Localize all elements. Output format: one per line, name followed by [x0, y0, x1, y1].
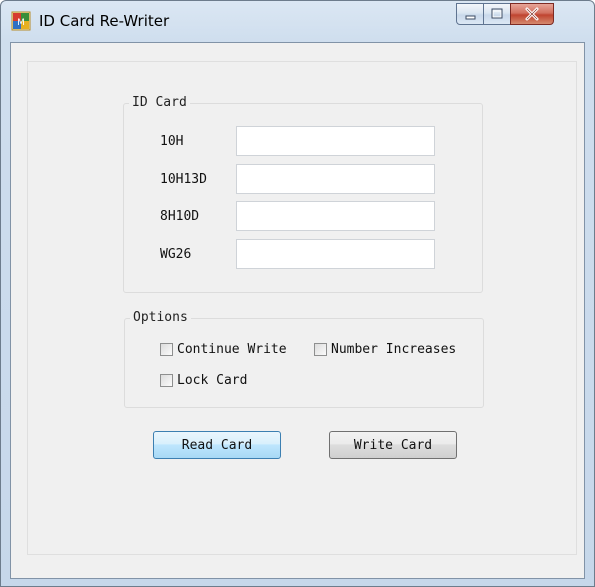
- continue-write-box[interactable]: [160, 343, 173, 356]
- read-card-button[interactable]: Read Card: [153, 431, 281, 459]
- number-increases-label: Number Increases: [331, 342, 457, 357]
- title-bar[interactable]: M ID Card Re-Writer: [1, 1, 594, 41]
- minimize-button[interactable]: [456, 3, 484, 25]
- options-group: Options Continue Write Number Increases …: [124, 310, 484, 408]
- number-increases-box[interactable]: [314, 343, 327, 356]
- field-label-10h13d: 10H13D: [160, 172, 207, 187]
- id-card-group: ID Card 10H 10H13D 8H10D WG26: [123, 95, 483, 293]
- app-window: M ID Card Re-Writer ID Card 10H 10H13D 8…: [0, 0, 595, 587]
- maximize-button[interactable]: [483, 3, 511, 25]
- field-label-10h: 10H: [160, 134, 184, 149]
- svg-text:M: M: [17, 18, 25, 28]
- window-title: ID Card Re-Writer: [39, 12, 170, 30]
- client-area: ID Card 10H 10H13D 8H10D WG26 Options Co…: [10, 42, 585, 579]
- input-10h[interactable]: [236, 126, 435, 156]
- write-card-button[interactable]: Write Card: [329, 431, 457, 459]
- number-increases-checkbox[interactable]: Number Increases: [314, 342, 456, 357]
- close-icon: [525, 7, 539, 21]
- options-group-title: Options: [130, 310, 191, 326]
- field-label-wg26: WG26: [160, 247, 192, 262]
- close-button[interactable]: [510, 3, 554, 25]
- app-icon: M: [11, 11, 31, 31]
- id-card-group-title: ID Card: [129, 95, 190, 111]
- continue-write-checkbox[interactable]: Continue Write: [160, 342, 287, 357]
- input-wg26[interactable]: [236, 239, 435, 269]
- field-label-8h10d: 8H10D: [160, 209, 200, 224]
- content-panel: ID Card 10H 10H13D 8H10D WG26 Options Co…: [27, 61, 577, 555]
- input-8h10d[interactable]: [236, 201, 435, 231]
- input-10h13d[interactable]: [236, 164, 435, 194]
- continue-write-label: Continue Write: [177, 342, 287, 357]
- lock-card-box[interactable]: [160, 374, 173, 387]
- lock-card-label: Lock Card: [177, 373, 248, 388]
- minimize-icon: [465, 15, 476, 20]
- maximize-icon: [491, 8, 503, 19]
- lock-card-checkbox[interactable]: Lock Card: [160, 373, 247, 388]
